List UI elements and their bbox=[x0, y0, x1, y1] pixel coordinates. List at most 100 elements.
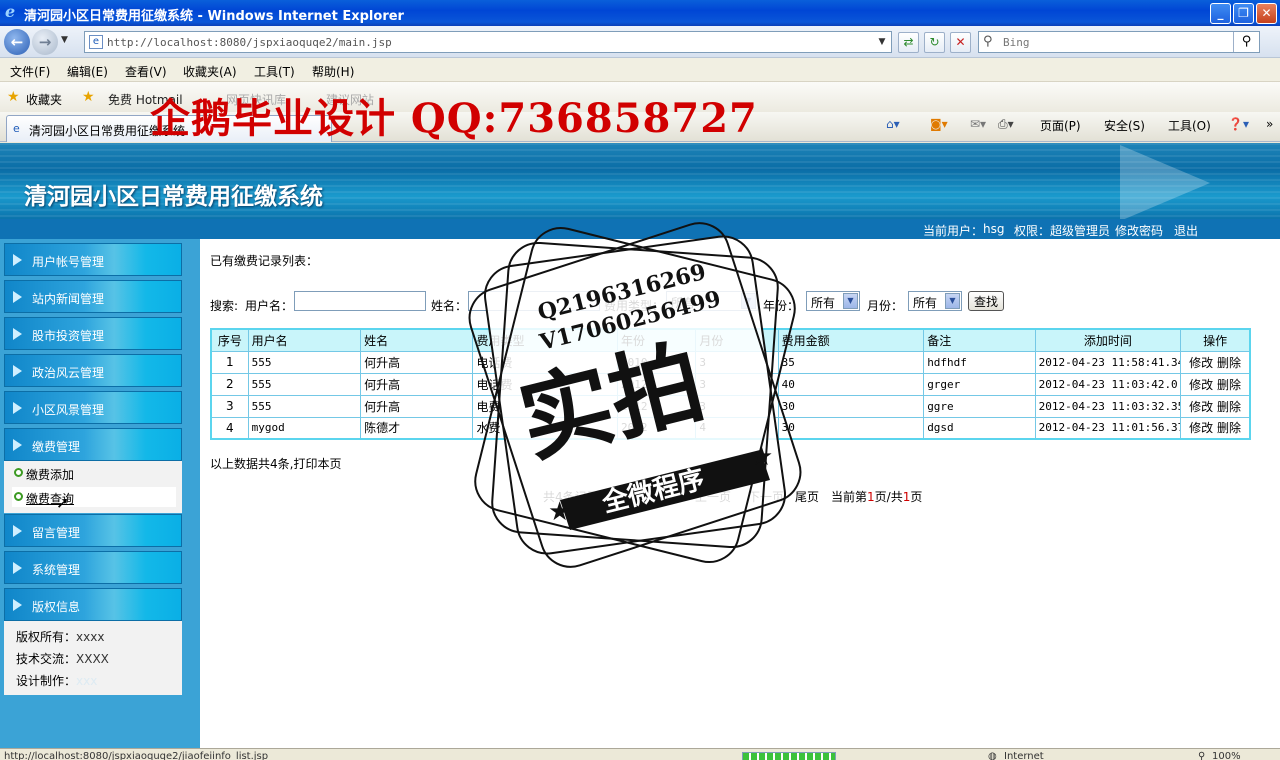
cell-month: 3 bbox=[695, 350, 779, 374]
history-dropdown-icon[interactable]: ▼ bbox=[61, 35, 68, 45]
menu-favorites[interactable]: 收藏夹(A) bbox=[183, 63, 237, 80]
sidebar-menu-politics[interactable]: 政治风云管理 bbox=[4, 354, 182, 387]
cell-index: 1 bbox=[210, 350, 249, 374]
page-menu[interactable]: 页面(P) bbox=[1040, 117, 1081, 134]
status-url: http://localhost:8080/jspxiaoquqe2/jiaof… bbox=[4, 751, 269, 760]
cell-month: 3 bbox=[695, 394, 779, 418]
cell-year: 2010 bbox=[617, 350, 697, 374]
pager-first[interactable]: 首页 bbox=[629, 488, 653, 505]
zoom-icon[interactable]: ⚲ bbox=[1198, 751, 1205, 760]
close-button[interactable]: ✕ bbox=[1256, 3, 1277, 24]
search-placeholder: Bing bbox=[1003, 36, 1030, 49]
refresh-icon[interactable]: ↻ bbox=[924, 32, 945, 53]
sidebar-menu-payments[interactable]: 缴费管理 bbox=[4, 428, 182, 461]
sidebar-menu-label: 系统管理 bbox=[32, 563, 81, 577]
sidebar-menu-user-accounts[interactable]: 用户帐号管理 bbox=[4, 243, 182, 276]
table-row: 4 mygod 陈德才 水费 2012 4 30 dgsd 2012-04-23… bbox=[210, 416, 1251, 440]
current-user-label: 当前用户： bbox=[923, 224, 984, 238]
sidebar-menu-news[interactable]: 站内新闻管理 bbox=[4, 280, 182, 313]
search-button[interactable]: 查找 bbox=[968, 291, 1005, 311]
cell-amount: 35 bbox=[777, 350, 925, 374]
copyright-design-label: 设计制作： bbox=[16, 674, 77, 688]
forward-button[interactable]: → bbox=[32, 29, 58, 55]
delete-link[interactable]: 删除 bbox=[1217, 421, 1241, 435]
sidebar-menu-label: 版权信息 bbox=[32, 600, 81, 614]
year-value: 所有 bbox=[811, 296, 836, 310]
logout-link[interactable]: 退出 bbox=[1174, 222, 1198, 239]
cell-month: 3 bbox=[695, 372, 779, 396]
col-header: 月份 bbox=[695, 328, 779, 352]
search-input[interactable]: ⚲ Bing ⚲ bbox=[978, 31, 1260, 53]
pager-next[interactable]: 下一页 bbox=[748, 488, 784, 505]
fee-type-select[interactable]: 所有 ▼ bbox=[666, 291, 758, 311]
search-form: 搜索: 用户名： 姓名： 费用类型： 所有 ▼ 年份： 所有 ▼ 月份： 所有 ▼ 查… bbox=[210, 291, 1270, 313]
submenu-query-payment[interactable]: 缴费查询 bbox=[12, 487, 176, 507]
window-title: 清河园小区日常费用征缴系统 - Windows Internet Explore… bbox=[24, 9, 404, 24]
feeds-icon[interactable]: ◙▾ bbox=[930, 117, 948, 131]
cell-name: 何升高 bbox=[360, 372, 474, 396]
pager-current-page: 1 bbox=[867, 490, 875, 504]
favorites-button[interactable]: 收藏夹 bbox=[26, 91, 62, 108]
add-favorite-icon[interactable]: ★ bbox=[82, 89, 95, 105]
address-field[interactable]: e http://localhost:8080/jspxiaoquqe2/mai… bbox=[84, 31, 892, 53]
delete-link[interactable]: 删除 bbox=[1217, 400, 1241, 414]
submenu-add-payment[interactable]: 缴费添加 bbox=[12, 463, 176, 483]
change-password-link[interactable]: 修改密码 bbox=[1115, 222, 1163, 239]
sidebar-menu-scenery[interactable]: 小区风景管理 bbox=[4, 391, 182, 424]
sidebar-menu-system[interactable]: 系统管理 bbox=[4, 551, 182, 584]
month-label: 月份： bbox=[867, 299, 904, 313]
address-dropdown-icon[interactable]: ▼ bbox=[875, 34, 889, 50]
user-bar: 当前用户： hsg 权限： 超级管理员 修改密码 退出 bbox=[0, 219, 1280, 239]
delete-link[interactable]: 删除 bbox=[1217, 356, 1241, 370]
home-icon[interactable]: ⌂▾ bbox=[886, 117, 900, 131]
help-icon[interactable]: ❓▾ bbox=[1228, 117, 1249, 131]
search-go-icon[interactable]: ⚲ bbox=[1233, 32, 1259, 52]
globe-icon: ◍ bbox=[988, 751, 997, 760]
sidebar-menu-messages[interactable]: 留言管理 bbox=[4, 514, 182, 547]
print-icon[interactable]: ⎙▾ bbox=[998, 117, 1014, 132]
edit-link[interactable]: 修改 bbox=[1189, 421, 1213, 435]
triangle-right-icon bbox=[13, 254, 22, 266]
mail-icon[interactable]: ✉▾ bbox=[970, 117, 986, 131]
minimize-button[interactable]: _ bbox=[1210, 3, 1231, 24]
edit-link[interactable]: 修改 bbox=[1189, 400, 1213, 414]
favorites-star-icon[interactable]: ★ bbox=[7, 89, 20, 105]
edit-link[interactable]: 修改 bbox=[1189, 356, 1213, 370]
maximize-button[interactable]: ❐ bbox=[1233, 3, 1254, 24]
name-input[interactable] bbox=[468, 291, 600, 311]
sidebar-menu-copyright[interactable]: 版权信息 bbox=[4, 588, 182, 621]
cell-fee-type: 电话费 bbox=[472, 350, 619, 374]
menu-edit[interactable]: 编辑(E) bbox=[67, 63, 108, 80]
back-button[interactable]: ← bbox=[4, 29, 30, 55]
username-input[interactable] bbox=[294, 291, 426, 311]
chevron-down-icon: ▼ bbox=[945, 293, 960, 309]
cell-remark: grger bbox=[923, 372, 1036, 396]
status-zoom[interactable]: 100% bbox=[1212, 751, 1241, 760]
menu-file[interactable]: 文件(F) bbox=[10, 63, 50, 80]
chevron-more-icon[interactable]: » bbox=[1266, 117, 1273, 131]
tools-menu[interactable]: 工具(O) bbox=[1168, 117, 1211, 134]
sidebar-menu-stocks[interactable]: 股市投资管理 bbox=[4, 317, 182, 350]
pager-last[interactable]: 尾页 bbox=[795, 488, 819, 505]
year-select[interactable]: 所有 ▼ bbox=[806, 291, 860, 311]
bullet-circle-icon bbox=[14, 492, 23, 501]
chevron-down-icon: ▼ bbox=[843, 293, 858, 309]
table-header-row: 序号 用户名 姓名 费用类型 年份 月份 费用金额 备注 添加时间 操作 bbox=[210, 328, 1251, 352]
site-banner: 清河园小区日常费用征缴系统 bbox=[0, 143, 1280, 219]
month-select[interactable]: 所有 ▼ bbox=[908, 291, 962, 311]
search-icon: ⚲ bbox=[983, 34, 993, 49]
delete-link[interactable]: 删除 bbox=[1217, 378, 1241, 392]
edit-link[interactable]: 修改 bbox=[1189, 378, 1213, 392]
stop-icon[interactable]: ✕ bbox=[950, 32, 971, 53]
pager-current-prefix: 当前第 bbox=[831, 490, 868, 504]
compatibility-icon[interactable]: ⇄ bbox=[898, 32, 919, 53]
records-summary[interactable]: 以上数据共4条,打印本页 bbox=[210, 455, 341, 472]
cell-index: 2 bbox=[210, 372, 249, 396]
copyright-design: 设计制作：xxx bbox=[16, 672, 97, 689]
menu-help[interactable]: 帮助(H) bbox=[312, 63, 354, 80]
pager-prev[interactable]: 上一页 bbox=[695, 488, 731, 505]
fee-type-value: 所有 bbox=[671, 296, 696, 310]
menu-view[interactable]: 查看(V) bbox=[125, 63, 167, 80]
safety-menu[interactable]: 安全(S) bbox=[1104, 117, 1145, 134]
menu-tools[interactable]: 工具(T) bbox=[254, 63, 295, 80]
